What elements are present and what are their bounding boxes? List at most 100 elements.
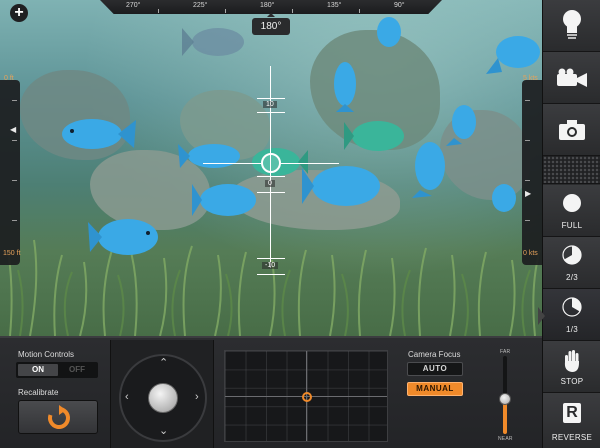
focus-auto-button[interactable]: AUTO <box>407 362 463 376</box>
depth-tick <box>12 220 17 221</box>
speed-marker-icon: ▶ <box>525 189 532 199</box>
crosshair-ladder <box>257 98 285 99</box>
depth-tick <box>12 140 17 141</box>
blue-fish <box>377 17 401 47</box>
toggle-on-label[interactable]: ON <box>18 364 58 376</box>
crosshair-ladder <box>257 274 285 275</box>
speed-full-button[interactable]: FULL <box>543 185 600 237</box>
compass-label: 225° <box>193 2 208 9</box>
speed-bottom-label: 0 kts <box>523 250 538 257</box>
chevron-right-icon[interactable]: › <box>195 392 199 403</box>
compass-heading-bar: 270° 225° 180° 135° 90° <box>100 0 442 14</box>
reverse-label: REVERSE <box>551 433 593 442</box>
crosshair-center-ring <box>261 153 281 173</box>
reverse-letter: R <box>563 403 581 423</box>
depth-bottom-label: 150 ft <box>3 250 21 257</box>
compass-label: 135° <box>327 2 342 9</box>
record-video-button[interactable] <box>543 52 600 104</box>
pitch-upper-value: 10 <box>263 101 277 108</box>
teal-fish <box>344 121 404 151</box>
pitch-lower-value: -10 <box>262 262 279 269</box>
blue-fish <box>446 105 476 146</box>
gray-fish <box>182 28 244 56</box>
camera-aim-trackpad[interactable] <box>224 350 388 442</box>
selected-indicator-icon <box>538 307 545 325</box>
heading-readout: 180° <box>252 13 290 35</box>
speed-top-label: 5 kts <box>523 75 538 82</box>
toggle-off-label[interactable]: OFF <box>58 364 96 376</box>
crosshair-ladder <box>257 112 285 113</box>
lightbulb-icon <box>543 8 600 47</box>
chevron-down-icon[interactable]: ⌄ <box>159 426 168 437</box>
control-panel: Motion Controls ON OFF Recalibrate ⌃ ⌄ ‹… <box>0 336 542 448</box>
compass-tick <box>225 9 226 13</box>
video-camera-icon <box>543 68 600 93</box>
blue-fish <box>492 184 516 212</box>
blue-fish <box>302 166 380 206</box>
focus-slider-thumb[interactable] <box>499 392 511 405</box>
recalibrate-button[interactable] <box>18 400 98 434</box>
light-toggle-button[interactable] <box>543 0 600 52</box>
crosshair-ladder <box>257 192 285 193</box>
blue-fish <box>62 119 136 149</box>
depth-gauge: 0 ft 150 ft ◀ <box>0 75 21 265</box>
depth-tick <box>12 100 17 101</box>
speed-tick <box>525 220 530 221</box>
speed-tick <box>525 180 530 181</box>
blue-fish <box>334 62 356 112</box>
speed-tick <box>525 140 530 141</box>
focus-manual-button[interactable]: MANUAL <box>407 382 463 396</box>
control-sidebar: FULL 2/3 1/3 STOP R REVERSE <box>542 0 600 448</box>
camera-view[interactable]: 270° 225° 180° 135° 90° 180° + 0 ft 150 … <box>0 0 542 336</box>
speed-tick <box>525 100 530 101</box>
reverse-r-icon: R <box>543 403 600 423</box>
camera-icon <box>543 120 600 145</box>
speed-full-label: FULL <box>561 221 583 230</box>
focus-near-label: NEAR <box>498 436 513 442</box>
speed-two-thirds-button[interactable]: 2/3 <box>543 237 600 289</box>
compass-tick <box>158 9 159 13</box>
crosshair-horizontal-right <box>281 163 339 164</box>
stop-button[interactable]: STOP <box>543 341 600 393</box>
depth-top-label: 0 ft <box>4 75 14 82</box>
motion-controls-title: Motion Controls <box>18 350 75 359</box>
add-button[interactable]: + <box>10 4 28 22</box>
speed-gauge: 5 kts 0 kts ▶ <box>522 75 542 265</box>
take-photo-button[interactable] <box>543 104 600 156</box>
full-circle-icon <box>543 193 600 218</box>
blue-fish <box>192 184 256 216</box>
crosshair-horizontal-left <box>203 163 261 164</box>
compass-tick <box>359 9 360 13</box>
pitch-center-value: 0 <box>265 180 275 187</box>
one-third-pie-icon <box>543 297 600 322</box>
crosshair-ladder <box>257 176 285 177</box>
reverse-button[interactable]: R REVERSE <box>543 393 600 448</box>
motion-controls-toggle[interactable]: ON OFF <box>16 362 98 378</box>
compass-label: 270° <box>126 2 141 9</box>
two-thirds-pie-icon <box>543 245 600 270</box>
compass-label: 90° <box>394 2 405 9</box>
target-icon[interactable] <box>302 392 312 402</box>
depth-marker-icon: ◀ <box>10 124 17 134</box>
blue-fish <box>88 219 158 255</box>
chevron-up-icon[interactable]: ⌃ <box>159 358 168 369</box>
blue-fish <box>486 36 540 74</box>
chevron-left-icon[interactable]: ‹ <box>125 392 129 403</box>
crosshair-ladder <box>257 258 285 259</box>
speaker-grille <box>543 156 600 184</box>
focus-far-label: FAR <box>500 349 511 355</box>
stop-label: STOP <box>560 377 584 386</box>
blue-fish <box>178 144 240 168</box>
refresh-icon <box>46 405 72 436</box>
compass-label: 180° <box>260 2 275 9</box>
speed-one-third-label: 1/3 <box>565 325 579 334</box>
speed-two-thirds-label: 2/3 <box>565 273 579 282</box>
speed-one-third-button[interactable]: 1/3 <box>543 289 600 341</box>
blue-fish <box>412 142 445 198</box>
camera-focus-title: Camera Focus <box>408 350 461 359</box>
recalibrate-title: Recalibrate <box>18 388 59 397</box>
joystick-knob[interactable] <box>148 383 178 413</box>
joystick-ring[interactable]: ⌃ ⌄ ‹ › <box>119 354 207 442</box>
joystick-pad: ⌃ ⌄ ‹ › <box>110 340 214 448</box>
compass-tick <box>292 9 293 13</box>
